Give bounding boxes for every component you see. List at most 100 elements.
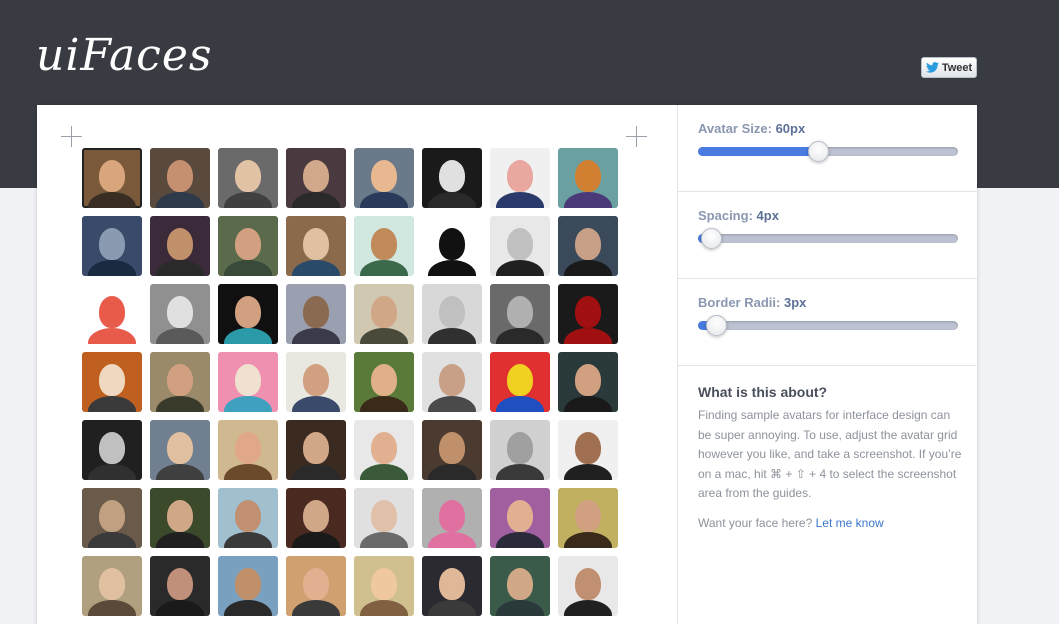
avatar[interactable]	[218, 352, 278, 412]
avatar[interactable]	[82, 488, 142, 548]
avatar[interactable]	[286, 148, 346, 208]
avatar[interactable]	[354, 284, 414, 344]
avatar[interactable]	[490, 284, 550, 344]
about-body: Finding sample avatars for interface des…	[698, 408, 962, 500]
avatar-face	[575, 568, 601, 600]
avatar[interactable]	[354, 148, 414, 208]
spacing-slider[interactable]	[698, 228, 958, 249]
avatar-shoulders	[292, 464, 340, 480]
avatar-shoulders	[224, 396, 272, 412]
avatar-shoulders	[224, 600, 272, 616]
avatar[interactable]	[422, 216, 482, 276]
tweet-button[interactable]: Tweet	[921, 57, 977, 78]
avatar-face	[235, 568, 261, 600]
avatar[interactable]	[218, 556, 278, 616]
avatar[interactable]	[422, 420, 482, 480]
avatar-shoulders	[156, 600, 204, 616]
avatar[interactable]	[218, 488, 278, 548]
avatar-shoulders	[428, 260, 476, 276]
avatar-face	[167, 364, 193, 396]
avatar[interactable]	[150, 556, 210, 616]
avatar[interactable]	[354, 556, 414, 616]
avatar[interactable]	[558, 556, 618, 616]
avatar-face	[575, 296, 601, 328]
avatar[interactable]	[490, 148, 550, 208]
spacing-label: Spacing:	[698, 208, 753, 223]
avatar[interactable]	[150, 216, 210, 276]
avatar[interactable]	[490, 488, 550, 548]
avatar[interactable]	[558, 420, 618, 480]
avatar-size-slider-handle[interactable]	[807, 141, 829, 162]
avatar[interactable]	[558, 216, 618, 276]
avatar[interactable]	[82, 148, 142, 208]
avatar[interactable]	[422, 148, 482, 208]
avatar[interactable]	[286, 284, 346, 344]
avatar[interactable]	[558, 148, 618, 208]
avatar[interactable]	[286, 488, 346, 548]
avatar[interactable]	[150, 284, 210, 344]
avatar[interactable]	[286, 556, 346, 616]
avatar-face	[507, 500, 533, 532]
avatar-size-control: Avatar Size: 60px	[678, 105, 978, 192]
spacing-slider-handle[interactable]	[701, 228, 722, 249]
avatar-shoulders	[292, 192, 340, 208]
avatar[interactable]	[150, 420, 210, 480]
border-radii-slider-handle[interactable]	[706, 315, 728, 336]
avatar-shoulders	[496, 600, 544, 616]
avatar[interactable]	[218, 216, 278, 276]
avatar[interactable]	[218, 420, 278, 480]
avatar-face	[303, 160, 329, 192]
avatar[interactable]	[558, 488, 618, 548]
avatar-face	[167, 160, 193, 192]
avatar[interactable]	[354, 420, 414, 480]
avatar-size-label: Avatar Size:	[698, 121, 772, 136]
avatar-face	[167, 500, 193, 532]
avatar[interactable]	[354, 352, 414, 412]
avatar[interactable]	[218, 284, 278, 344]
avatar[interactable]	[218, 148, 278, 208]
avatar-size-slider[interactable]	[698, 141, 958, 162]
avatar[interactable]	[490, 216, 550, 276]
avatar[interactable]	[422, 352, 482, 412]
avatar-shoulders	[88, 600, 136, 616]
avatar[interactable]	[422, 556, 482, 616]
avatar-shoulders	[224, 328, 272, 344]
avatar[interactable]	[82, 284, 142, 344]
avatar[interactable]	[286, 352, 346, 412]
avatar[interactable]	[558, 352, 618, 412]
avatar-shoulders	[428, 328, 476, 344]
avatar[interactable]	[558, 284, 618, 344]
avatar[interactable]	[422, 488, 482, 548]
avatar-shoulders	[428, 464, 476, 480]
avatar[interactable]	[354, 488, 414, 548]
avatar[interactable]	[286, 216, 346, 276]
avatar[interactable]	[490, 352, 550, 412]
avatar[interactable]	[490, 556, 550, 616]
avatar-shoulders	[156, 192, 204, 208]
border-radii-slider[interactable]	[698, 315, 958, 336]
avatar-shoulders	[564, 192, 612, 208]
avatar-face	[235, 160, 261, 192]
avatar-face	[439, 160, 465, 192]
avatar-face	[575, 364, 601, 396]
avatar[interactable]	[490, 420, 550, 480]
avatar-shoulders	[496, 532, 544, 548]
avatar-face	[99, 228, 125, 260]
avatar-shoulders	[292, 532, 340, 548]
avatar[interactable]	[150, 352, 210, 412]
avatar[interactable]	[150, 148, 210, 208]
avatar-shoulders	[428, 600, 476, 616]
avatar[interactable]	[354, 216, 414, 276]
avatar-face	[439, 228, 465, 260]
avatar[interactable]	[82, 216, 142, 276]
avatar-grid	[82, 148, 618, 616]
avatar[interactable]	[82, 420, 142, 480]
avatar[interactable]	[82, 556, 142, 616]
avatar[interactable]	[150, 488, 210, 548]
avatar[interactable]	[422, 284, 482, 344]
let-me-know-link[interactable]: Let me know	[816, 516, 884, 530]
avatar-shoulders	[224, 192, 272, 208]
avatar[interactable]	[82, 352, 142, 412]
logo[interactable]: uiFaces	[36, 30, 212, 81]
avatar[interactable]	[286, 420, 346, 480]
